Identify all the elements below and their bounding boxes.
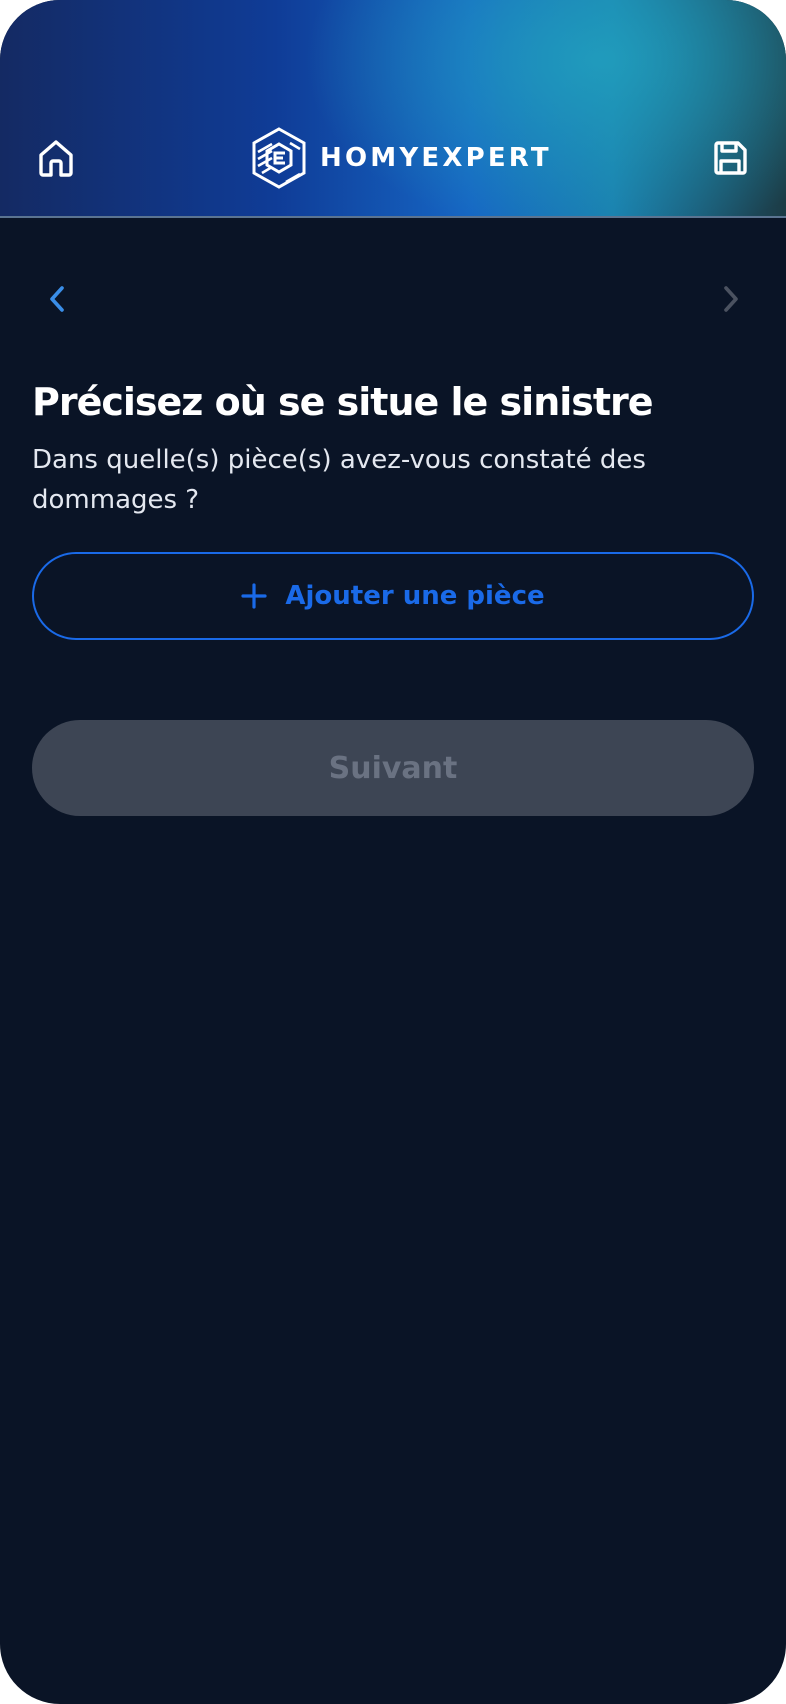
next-button-label: Suivant xyxy=(328,750,458,786)
next-step-arrow[interactable] xyxy=(716,284,746,314)
add-room-button[interactable]: Ajouter une pièce xyxy=(32,552,754,640)
plus-icon xyxy=(241,583,267,609)
save-icon xyxy=(714,141,747,175)
home-icon xyxy=(39,140,73,177)
chevron-left-icon xyxy=(50,286,64,312)
next-button[interactable]: Suivant xyxy=(32,720,754,816)
homyexpert-logo-icon xyxy=(252,127,306,189)
save-button[interactable] xyxy=(708,136,752,180)
app-header: HOMYEXPERT xyxy=(0,0,786,218)
home-button[interactable] xyxy=(34,136,78,180)
brand: HOMYEXPERT xyxy=(250,126,552,190)
add-room-label: Ajouter une pièce xyxy=(285,581,545,611)
page-subtitle: Dans quelle(s) pièce(s) avez-vous consta… xyxy=(32,445,646,515)
brand-name: HOMYEXPERT xyxy=(320,143,552,173)
app-screen: HOMYEXPERT Précisez où se situe le sinis… xyxy=(0,0,786,1704)
previous-step-button[interactable] xyxy=(42,284,72,314)
chevron-right-icon xyxy=(724,286,738,312)
page-title: Précisez où se situe le sinistre xyxy=(32,380,654,424)
